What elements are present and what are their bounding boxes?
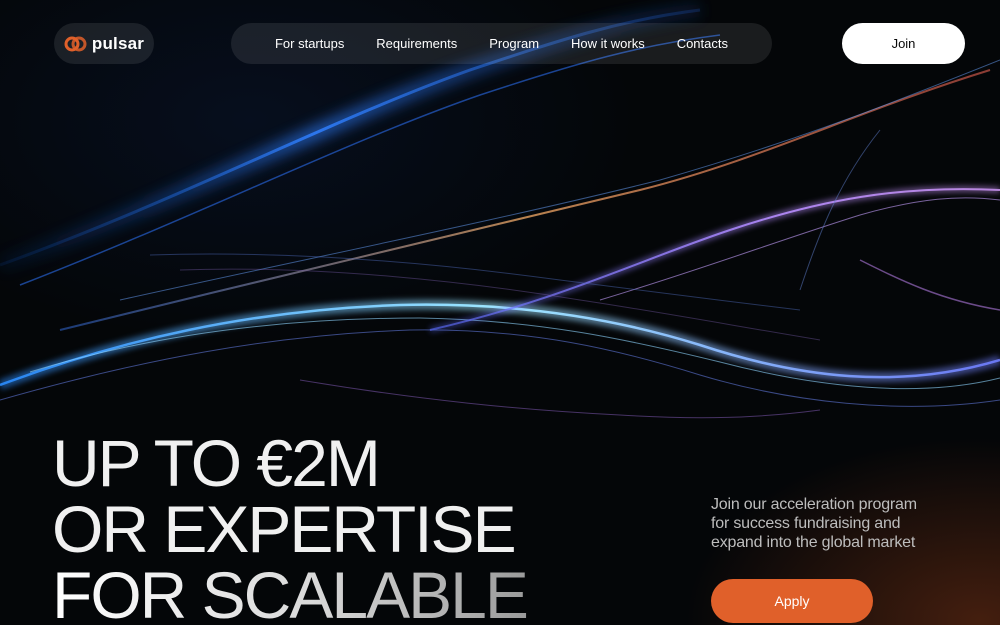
main-nav: For startups Requirements Program How it… <box>231 23 772 64</box>
landing-page: pulsar For startups Requirements Program… <box>0 0 1000 625</box>
headline-line-3: FOR SCALABLE <box>52 562 529 625</box>
nav-item-requirements[interactable]: Requirements <box>376 36 457 51</box>
apply-button[interactable]: Apply <box>711 579 873 623</box>
headline-line-2: OR EXPERTISE <box>52 492 517 566</box>
nav-item-for-startups[interactable]: For startups <box>275 36 344 51</box>
nav-item-program[interactable]: Program <box>489 36 539 51</box>
subtext-line-2: for success fundraising and <box>711 515 901 532</box>
hero-headline: UP TO €2M OR EXPERTISE FOR SCALABLE <box>52 426 529 625</box>
hero-subtext: Join our acceleration program for succes… <box>711 495 951 552</box>
brand-logo[interactable]: pulsar <box>54 23 154 64</box>
subtext-line-3: expand into the global market <box>711 534 916 551</box>
join-button[interactable]: Join <box>842 23 965 64</box>
pulsar-logo-icon <box>64 36 87 51</box>
headline-line-1: UP TO €2M <box>52 426 381 500</box>
subtext-line-1: Join our acceleration program <box>711 496 917 513</box>
brand-name: pulsar <box>91 33 145 53</box>
nav-item-how-it-works[interactable]: How it works <box>571 36 645 51</box>
nav-item-contacts[interactable]: Contacts <box>677 36 728 51</box>
